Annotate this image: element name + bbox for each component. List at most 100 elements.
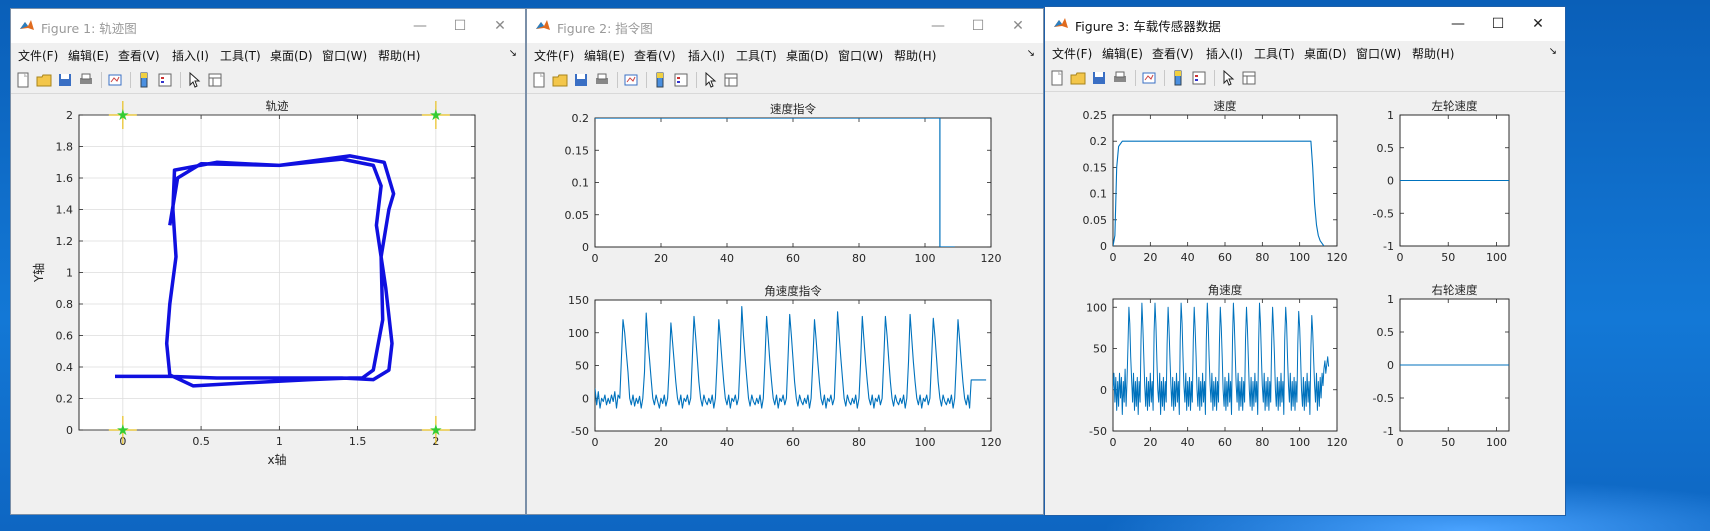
axes-box (594, 117, 992, 248)
minimize-button[interactable]: — (405, 15, 435, 37)
open-file-icon[interactable] (36, 72, 52, 88)
menu-insert[interactable]: 插入(I) (1206, 45, 1243, 62)
menu-dock-arrow-icon[interactable]: ↘ (509, 48, 517, 59)
menu-desktop[interactable]: 桌面(D) (270, 47, 313, 64)
y-tick-label: 50 (575, 360, 589, 373)
edit-plot-cursor-icon[interactable] (1220, 70, 1236, 86)
new-figure-icon[interactable] (1049, 70, 1065, 86)
legend-icon[interactable] (673, 72, 689, 88)
new-figure-icon[interactable] (531, 72, 547, 88)
colorbar-icon[interactable] (136, 72, 152, 88)
legend-icon[interactable] (1191, 70, 1207, 86)
property-inspector-icon[interactable] (207, 72, 223, 88)
close-button[interactable]: ✕ (1523, 13, 1553, 35)
save-icon[interactable] (573, 72, 589, 88)
menu-view[interactable]: 查看(V) (634, 47, 676, 64)
toolbar (1045, 65, 1565, 92)
y-tick-label: -50 (1089, 425, 1107, 438)
menu-tools[interactable]: 工具(T) (220, 47, 261, 64)
minimize-button[interactable]: — (923, 15, 953, 37)
save-icon[interactable] (1091, 70, 1107, 86)
figure1-window[interactable]: Figure 1: 轨迹图 — ☐ ✕ 文件(F) 编辑(E) 查看(V) 插入… (10, 8, 526, 515)
colorbar-icon[interactable] (652, 72, 668, 88)
menu-dock-arrow-icon[interactable]: ↘ (1027, 48, 1035, 59)
menu-tools[interactable]: 工具(T) (736, 47, 777, 64)
menu-edit[interactable]: 编辑(E) (1102, 45, 1143, 62)
menu-window[interactable]: 窗口(W) (1356, 45, 1401, 62)
y-tick-label: 0.15 (1083, 161, 1108, 174)
x-tick-label: 40 (1181, 251, 1195, 264)
menu-desktop[interactable]: 桌面(D) (1304, 45, 1347, 62)
new-figure-icon[interactable] (15, 72, 31, 88)
marker-star: ★ (116, 106, 129, 124)
y-tick-label: 0.8 (56, 298, 74, 311)
open-file-icon[interactable] (1070, 70, 1086, 86)
maximize-button[interactable]: ☐ (963, 15, 993, 37)
link-plot-icon[interactable] (623, 72, 639, 88)
edit-plot-cursor-icon[interactable] (186, 72, 202, 88)
y-tick-label: 0.5 (1377, 142, 1395, 155)
menu-help[interactable]: 帮助(H) (378, 47, 420, 64)
title-bar[interactable]: Figure 1: 轨迹图 — ☐ ✕ (11, 9, 525, 43)
toolbar-separator (1135, 70, 1136, 86)
menu-desktop[interactable]: 桌面(D) (786, 47, 829, 64)
print-icon[interactable] (594, 72, 610, 88)
y-tick-label: 0.1 (572, 177, 590, 190)
close-button[interactable]: ✕ (485, 15, 515, 37)
legend-icon[interactable] (157, 72, 173, 88)
y-tick-label: -0.5 (1373, 207, 1394, 220)
figure2-axes[interactable]: 0 20 40 60 80 100 120 0 0.05 0.1 0.15 0.2 速度指令 0 20 40 6… (527, 94, 1043, 514)
print-icon[interactable] (1112, 70, 1128, 86)
menu-window[interactable]: 窗口(W) (838, 47, 883, 64)
menu-dock-arrow-icon[interactable]: ↘ (1549, 46, 1557, 57)
x-tick-label: 0 (1110, 436, 1117, 449)
x-tick-label: 0.5 (192, 435, 210, 448)
close-button[interactable]: ✕ (1003, 15, 1033, 37)
edit-plot-cursor-icon[interactable] (702, 72, 718, 88)
menu-tools[interactable]: 工具(T) (1254, 45, 1295, 62)
window-title: Figure 2: 指令图 (557, 21, 653, 36)
print-icon[interactable] (78, 72, 94, 88)
figure1-axes[interactable]: 00.511.5200.20.40.60.811.21.41.61.82轨迹x轴… (11, 94, 525, 514)
menu-file[interactable]: 文件(F) (534, 47, 574, 64)
menu-help[interactable]: 帮助(H) (1412, 45, 1454, 62)
title-bar[interactable]: Figure 2: 指令图 — ☐ ✕ (527, 9, 1043, 43)
menu-file[interactable]: 文件(F) (1052, 45, 1092, 62)
figure2-window[interactable]: Figure 2: 指令图 — ☐ ✕ 文件(F) 编辑(E) 查看(V) 插入… (526, 8, 1044, 515)
menu-edit[interactable]: 编辑(E) (584, 47, 625, 64)
y-tick-label: 0 (1387, 359, 1394, 372)
minimize-button[interactable]: — (1443, 13, 1473, 35)
colorbar-icon[interactable] (1170, 70, 1186, 86)
link-plot-icon[interactable] (107, 72, 123, 88)
marker-star: ★ (429, 421, 442, 439)
menu-view[interactable]: 查看(V) (1152, 45, 1194, 62)
x-tick-label: 60 (786, 252, 800, 265)
menu-view[interactable]: 查看(V) (118, 47, 160, 64)
menu-edit[interactable]: 编辑(E) (68, 47, 109, 64)
y-tick-label: 100 (1086, 301, 1107, 314)
property-inspector-icon[interactable] (1241, 70, 1257, 86)
menu-insert[interactable]: 插入(I) (172, 47, 209, 64)
save-icon[interactable] (57, 72, 73, 88)
y-tick-label: 0.5 (1377, 326, 1395, 339)
menu-help[interactable]: 帮助(H) (894, 47, 936, 64)
y-tick-label: 0 (1387, 175, 1394, 188)
menu-insert[interactable]: 插入(I) (688, 47, 725, 64)
y-tick-label: 1 (66, 267, 73, 280)
x-tick-label: 20 (1143, 251, 1157, 264)
figure3-window[interactable]: Figure 3: 车载传感器数据 — ☐ ✕ 文件(F) 编辑(E) 查看(V… (1044, 6, 1566, 516)
window-title: Figure 1: 轨迹图 (41, 21, 137, 36)
maximize-button[interactable]: ☐ (1483, 13, 1513, 35)
x-tick-label: 100 (1486, 251, 1507, 264)
open-file-icon[interactable] (552, 72, 568, 88)
menu-window[interactable]: 窗口(W) (322, 47, 367, 64)
maximize-button[interactable]: ☐ (445, 15, 475, 37)
y-tick-label: 0 (1100, 240, 1107, 253)
link-plot-icon[interactable] (1141, 70, 1157, 86)
property-inspector-icon[interactable] (723, 72, 739, 88)
figure-canvas: 0 20 40 60 80 100 120 0 0.05 0.1 0.15 0.2 速度指令 0 20 40 6… (527, 94, 1043, 514)
figure3-axes[interactable]: 0 20 40 60 80 100 12000.050.10.150.20.25速度0 50 1… (1045, 92, 1565, 515)
menu-file[interactable]: 文件(F) (18, 47, 58, 64)
y-tick-label: 150 (568, 294, 589, 307)
title-bar[interactable]: Figure 3: 车载传感器数据 — ☐ ✕ (1045, 7, 1565, 41)
